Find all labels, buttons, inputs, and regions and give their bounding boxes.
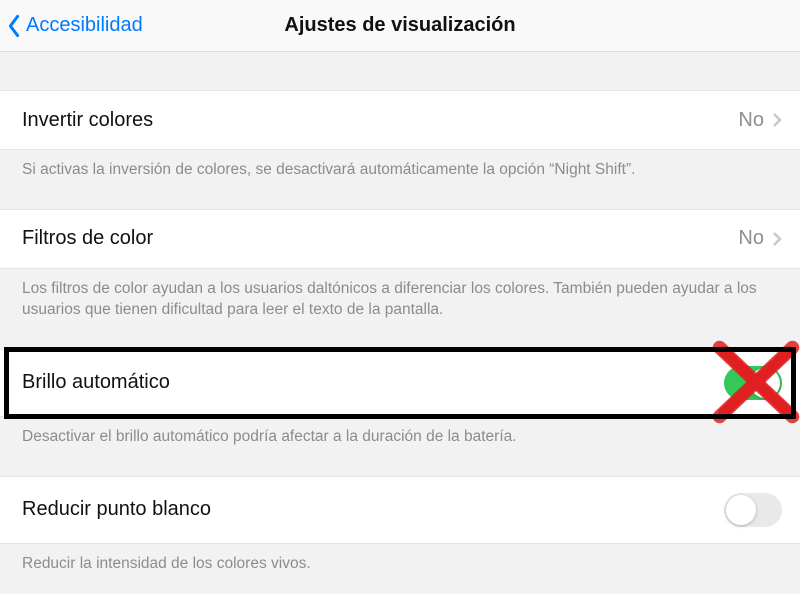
group-footer-invert: Si activas la inversión de colores, se d… — [0, 150, 800, 181]
row-invert-colors[interactable]: Invertir colores No — [0, 90, 800, 150]
row-label: Brillo automático — [22, 371, 170, 394]
content-area: Invertir colores No Si activas la invers… — [0, 90, 800, 575]
row-right: No — [738, 227, 782, 250]
row-label: Filtros de color — [22, 227, 153, 250]
chevron-left-icon — [6, 14, 22, 38]
group-auto-brightness: Brillo automático Desactivar el brillo a… — [0, 349, 800, 448]
row-value: No — [738, 227, 764, 250]
back-button[interactable]: Accesibilidad — [0, 14, 143, 38]
back-label: Accesibilidad — [26, 14, 143, 37]
row-right: No — [738, 109, 782, 132]
group-footer-autobright: Desactivar el brillo automático podría a… — [0, 417, 800, 448]
navbar: Accesibilidad Ajustes de visualización — [0, 0, 800, 52]
group-invert: Invertir colores No Si activas la invers… — [0, 90, 800, 181]
auto-brightness-toggle[interactable] — [724, 366, 782, 400]
toggle-knob — [750, 368, 780, 398]
row-reduce-white-point[interactable]: Reducir punto blanco — [0, 476, 800, 544]
row-label: Invertir colores — [22, 109, 153, 132]
group-footer-whitepoint: Reducir la intensidad de los colores viv… — [0, 544, 800, 575]
row-right — [724, 366, 782, 400]
chevron-right-icon — [772, 231, 782, 247]
row-right — [724, 493, 782, 527]
highlight-wrap: Brillo automático — [0, 349, 800, 417]
row-label: Reducir punto blanco — [22, 498, 211, 521]
chevron-right-icon — [772, 112, 782, 128]
row-value: No — [738, 109, 764, 132]
group-footer-filters: Los filtros de color ayudan a los usuari… — [0, 269, 800, 321]
group-color-filters: Filtros de color No Los filtros de color… — [0, 209, 800, 321]
row-auto-brightness[interactable]: Brillo automático — [0, 349, 800, 417]
group-white-point: Reducir punto blanco Reducir la intensid… — [0, 476, 800, 575]
row-color-filters[interactable]: Filtros de color No — [0, 209, 800, 269]
white-point-toggle[interactable] — [724, 493, 782, 527]
toggle-knob — [726, 495, 756, 525]
